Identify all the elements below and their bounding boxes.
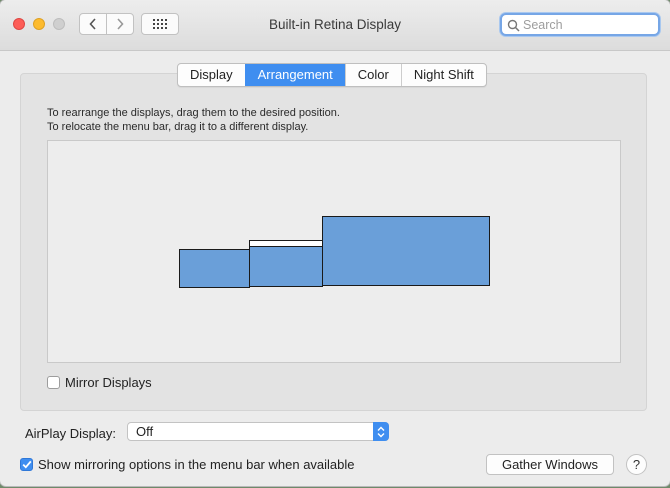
tab-color[interactable]: Color	[344, 64, 401, 86]
updown-arrows-icon	[373, 422, 389, 441]
airplay-display-select[interactable]: Off	[127, 422, 389, 441]
tab-bar: Display Arrangement Color Night Shift	[177, 63, 487, 87]
mirror-displays-label: Mirror Displays	[65, 375, 152, 390]
menubar-instruction: To relocate the menu bar, drag it to a d…	[47, 121, 309, 133]
arrangement-instruction: To rearrange the displays, drag them to …	[47, 107, 340, 119]
show-mirroring-label: Show mirroring options in the menu bar w…	[38, 457, 355, 472]
tab-arrangement[interactable]: Arrangement	[244, 64, 345, 86]
search-field[interactable]	[500, 13, 660, 36]
search-input[interactable]	[523, 16, 653, 33]
system-preferences-window: Built-in Retina Display Display Arrangem…	[0, 0, 670, 486]
tab-display[interactable]: Display	[178, 64, 245, 86]
help-button[interactable]: ?	[626, 454, 647, 475]
tab-night-shift[interactable]: Night Shift	[400, 64, 486, 86]
airplay-display-label: AirPlay Display:	[25, 426, 117, 441]
airplay-selected-value: Off	[136, 424, 154, 439]
title-bar: Built-in Retina Display	[0, 0, 670, 51]
magnifier-icon	[507, 19, 520, 32]
checkmark-icon	[22, 460, 31, 469]
mirror-displays-checkbox[interactable]	[47, 376, 60, 389]
display-thumbnail-1[interactable]	[179, 249, 250, 288]
gather-windows-button[interactable]: Gather Windows	[486, 454, 614, 475]
display-thumbnail-3[interactable]	[322, 216, 490, 286]
menu-bar-handle[interactable]	[249, 240, 323, 247]
show-mirroring-checkbox[interactable]	[20, 458, 33, 471]
display-thumbnail-2-main[interactable]	[249, 246, 323, 287]
display-arrangement-area	[47, 140, 621, 363]
